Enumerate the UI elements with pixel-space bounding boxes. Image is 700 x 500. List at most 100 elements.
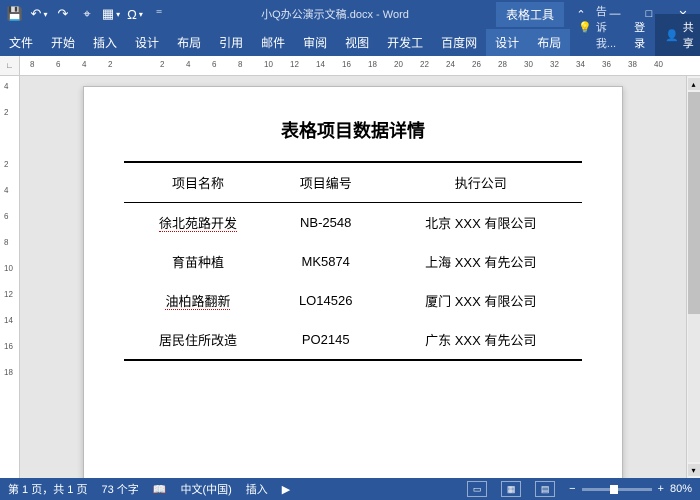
ruler-tick: 28 (498, 60, 507, 69)
ruler-tick: 10 (264, 60, 273, 69)
ruler-tick: 34 (576, 60, 585, 69)
tab-table-layout[interactable]: 布局 (528, 29, 570, 56)
scrollbar-track[interactable] (688, 92, 700, 462)
ruler-tick: 8 (238, 60, 242, 69)
print-layout-icon[interactable]: ▦ (501, 481, 521, 497)
cell-company[interactable]: 厦门 XXX 有限公司 (380, 281, 583, 320)
ruler-tick: 14 (4, 316, 13, 325)
table-row: 油柏路翻新LO14526厦门 XXX 有限公司 (124, 281, 582, 320)
ruler-tick: 12 (290, 60, 299, 69)
zoom-slider-thumb[interactable] (610, 485, 618, 494)
tab-baidu[interactable]: 百度网 (432, 29, 486, 56)
scroll-down-icon[interactable]: ▾ (688, 464, 700, 476)
scrollbar-thumb[interactable] (688, 92, 700, 314)
document-title[interactable]: 表格项目数据详情 (124, 117, 582, 143)
ruler-tick: 16 (4, 342, 13, 351)
ribbon-tabs: 文件 开始 插入 设计 布局 引用 邮件 审阅 视图 开发工 百度网 设计 布局… (0, 28, 700, 56)
quick-access-toolbar: 💾 ↶▾ ↷ ⌖ ▦▾ Ω▾ ⁼ (0, 3, 174, 25)
tab-mailings[interactable]: 邮件 (252, 29, 294, 56)
ruler-tick: 22 (420, 60, 429, 69)
zoom-control: − + 80% (569, 483, 692, 495)
styles-icon[interactable]: ▦▾ (100, 3, 122, 25)
cell-company[interactable]: 上海 XXX 有先公司 (380, 242, 583, 281)
web-layout-icon[interactable]: ▤ (535, 481, 555, 497)
col-header[interactable]: 项目名称 (124, 162, 272, 203)
language-indicator[interactable]: 中文(中国) (180, 481, 231, 497)
zoom-out-icon[interactable]: − (569, 483, 575, 495)
symbol-icon[interactable]: Ω▾ (124, 3, 146, 25)
horizontal-ruler[interactable]: 8642246810121416182022242628303234363840 (20, 56, 700, 75)
ruler-corner: ∟ (0, 56, 20, 75)
tab-insert[interactable]: 插入 (84, 29, 126, 56)
ruler-tick: 4 (186, 60, 190, 69)
col-header[interactable]: 项目编号 (272, 162, 380, 203)
ruler-tick: 4 (4, 82, 8, 91)
touch-mode-icon[interactable]: ⌖ (76, 3, 98, 25)
ruler-tick: 24 (446, 60, 455, 69)
cell-company[interactable]: 北京 XXX 有限公司 (380, 203, 583, 243)
redo-icon[interactable]: ↷ (52, 3, 74, 25)
ruler-tick: 38 (628, 60, 637, 69)
page-viewport[interactable]: 表格项目数据详情 项目名称 项目编号 执行公司 徐北苑路开发NB-2548北京 … (20, 76, 686, 478)
table-header-row: 项目名称 项目编号 执行公司 (124, 162, 582, 203)
window-title: 小Q办公演示文稿.docx - Word (174, 6, 496, 22)
tab-review[interactable]: 审阅 (294, 29, 336, 56)
cell-project-code[interactable]: LO14526 (272, 281, 380, 320)
ruler-tick: 18 (4, 368, 13, 377)
ruler-tick: 6 (56, 60, 60, 69)
qat-more-icon[interactable]: ⁼ (148, 3, 170, 25)
login-button[interactable]: 登录 (624, 14, 655, 56)
ruler-tick: 6 (212, 60, 216, 69)
ruler-tick: 6 (4, 212, 8, 221)
data-table[interactable]: 项目名称 项目编号 执行公司 徐北苑路开发NB-2548北京 XXX 有限公司育… (124, 161, 582, 361)
vertical-ruler[interactable]: 4224681012141618 (0, 76, 20, 478)
ruler-tick: 2 (4, 108, 8, 117)
tab-design[interactable]: 设计 (126, 29, 168, 56)
proofing-icon[interactable]: 📖 (153, 483, 167, 496)
tab-developer[interactable]: 开发工 (378, 29, 432, 56)
tab-view[interactable]: 视图 (336, 29, 378, 56)
read-mode-icon[interactable]: ▭ (467, 481, 487, 497)
ruler-tick: 4 (4, 186, 8, 195)
ruler-tick: 12 (4, 290, 13, 299)
cell-project-name[interactable]: 油柏路翻新 (124, 281, 272, 320)
table-row: 育苗种植MK5874上海 XXX 有先公司 (124, 242, 582, 281)
save-icon[interactable]: 💾 (4, 3, 26, 25)
ruler-tick: 2 (108, 60, 112, 69)
horizontal-ruler-row: ∟ 86422468101214161820222426283032343638… (0, 56, 700, 76)
ruler-tick: 32 (550, 60, 559, 69)
tab-table-design[interactable]: 设计 (486, 29, 528, 56)
cell-company[interactable]: 广东 XXX 有先公司 (380, 320, 583, 360)
macro-icon[interactable]: ▶ (282, 483, 290, 496)
ruler-tick: 20 (394, 60, 403, 69)
ruler-tick: 40 (654, 60, 663, 69)
ruler-tick: 30 (524, 60, 533, 69)
ruler-tick: 10 (4, 264, 13, 273)
tab-layout[interactable]: 布局 (168, 29, 210, 56)
undo-icon[interactable]: ↶▾ (28, 3, 50, 25)
zoom-slider[interactable] (582, 488, 652, 491)
zoom-level[interactable]: 80% (670, 483, 692, 495)
ruler-tick: 26 (472, 60, 481, 69)
table-row: 徐北苑路开发NB-2548北京 XXX 有限公司 (124, 203, 582, 243)
cell-project-name[interactable]: 居民住所改造 (124, 320, 272, 360)
tab-references[interactable]: 引用 (210, 29, 252, 56)
tab-file[interactable]: 文件 (0, 29, 42, 56)
col-header[interactable]: 执行公司 (380, 162, 583, 203)
share-button[interactable]: 👤 共享 (655, 14, 700, 56)
cell-project-code[interactable]: MK5874 (272, 242, 380, 281)
zoom-in-icon[interactable]: + (658, 483, 664, 495)
cell-project-code[interactable]: NB-2548 (272, 203, 380, 243)
vertical-scrollbar[interactable]: ▴ ▾ (686, 76, 700, 478)
cell-project-name[interactable]: 育苗种植 (124, 242, 272, 281)
word-count[interactable]: 73 个字 (101, 481, 138, 497)
ruler-tick: 4 (82, 60, 86, 69)
page-indicator[interactable]: 第 1 页，共 1 页 (8, 481, 87, 497)
tell-me-search[interactable]: 💡 告诉我... (570, 0, 624, 56)
cell-project-code[interactable]: PO2145 (272, 320, 380, 360)
content-area: 4224681012141618 表格项目数据详情 项目名称 项目编号 执行公司… (0, 76, 700, 478)
tab-home[interactable]: 开始 (42, 29, 84, 56)
insert-mode[interactable]: 插入 (246, 481, 268, 497)
scroll-up-icon[interactable]: ▴ (688, 78, 700, 90)
cell-project-name[interactable]: 徐北苑路开发 (124, 203, 272, 243)
